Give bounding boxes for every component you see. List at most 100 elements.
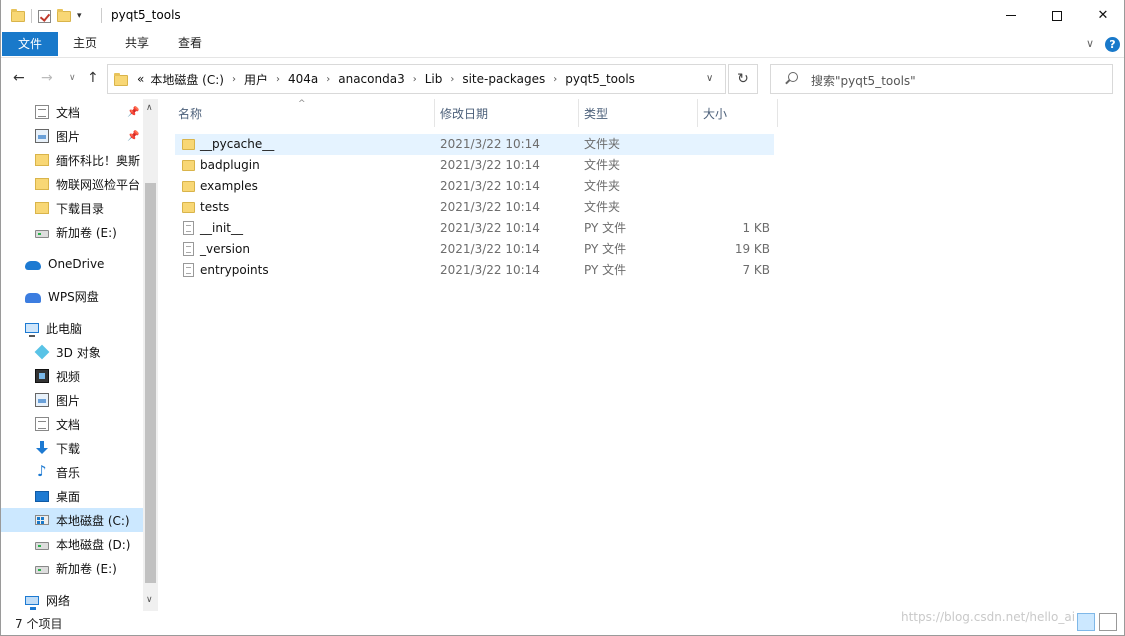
sidebar-item-network[interactable]: 网络: [1, 588, 143, 612]
sidebar-item-documents-pinned[interactable]: 文档 📌: [1, 100, 143, 124]
help-icon[interactable]: ?: [1105, 37, 1120, 52]
sidebar-item-drive-c[interactable]: 本地磁盘 (C:): [1, 508, 143, 532]
title-divider: [101, 8, 102, 23]
pin-icon[interactable]: 📌: [127, 131, 139, 142]
address-history-chevron-down-icon[interactable]: ∨: [706, 73, 713, 84]
up-button[interactable]: ↑: [87, 70, 99, 86]
tab-share[interactable]: 共享: [121, 31, 153, 56]
properties-icon[interactable]: [38, 9, 51, 23]
sidebar-item-onedrive[interactable]: OneDrive: [1, 252, 143, 276]
scroll-down-icon[interactable]: ∨: [146, 595, 153, 605]
column-header-size[interactable]: 大小: [697, 99, 777, 127]
breadcrumb-overflow[interactable]: «: [134, 72, 147, 86]
column-header-name[interactable]: 名称: [172, 99, 434, 127]
sidebar-item-drive-d[interactable]: 本地磁盘 (D:): [1, 532, 143, 556]
customize-dropdown-icon[interactable]: ▾: [77, 11, 82, 21]
column-header-type[interactable]: 类型: [578, 99, 697, 127]
view-switcher: [1077, 613, 1117, 631]
chevron-right-icon[interactable]: ›: [271, 74, 285, 85]
file-type: 文件夹: [584, 200, 621, 214]
quick-access-toolbar: ▾: [11, 7, 82, 25]
tab-file[interactable]: 文件: [2, 32, 58, 56]
chevron-right-icon[interactable]: ›: [227, 74, 241, 85]
file-row[interactable]: examples 2021/3/22 10:14 文件夹: [175, 176, 774, 197]
breadcrumb-item[interactable]: anaconda3: [335, 72, 407, 86]
expand-ribbon-chevron-icon[interactable]: ∨: [1086, 37, 1094, 50]
item-count: 7 个项目: [15, 617, 63, 631]
tab-view[interactable]: 查看: [174, 31, 206, 56]
sidebar-item-pictures[interactable]: 图片: [1, 388, 143, 412]
pin-icon[interactable]: 📌: [127, 107, 139, 118]
file-row[interactable]: __pycache__ 2021/3/22 10:14 文件夹: [175, 134, 774, 155]
large-icons-view-icon[interactable]: [1099, 613, 1117, 631]
sidebar-item-folder[interactable]: 下载目录: [1, 196, 143, 220]
sidebar-item-label: 新加卷 (E:): [56, 225, 117, 240]
file-type: PY 文件: [584, 263, 627, 277]
document-icon: [35, 105, 49, 119]
file-row[interactable]: entrypoints 2021/3/22 10:14 PY 文件 7 KB: [175, 260, 774, 281]
new-folder-icon[interactable]: [57, 8, 71, 22]
file-name: badplugin: [200, 158, 260, 172]
search-icon: [785, 72, 798, 84]
minimize-button[interactable]: [988, 0, 1034, 31]
breadcrumb-item[interactable]: 本地磁盘 (C:): [147, 71, 227, 88]
file-row[interactable]: badplugin 2021/3/22 10:14 文件夹: [175, 155, 774, 176]
details-view-icon[interactable]: [1077, 613, 1095, 631]
python-file-icon: [183, 263, 194, 277]
folder-icon: [114, 73, 128, 86]
sidebar-item-folder[interactable]: 物联网巡检平台: [1, 172, 143, 196]
column-header-date[interactable]: 修改日期: [434, 99, 578, 127]
sidebar-item-pictures-pinned[interactable]: 图片 📌: [1, 124, 143, 148]
file-row[interactable]: _version 2021/3/22 10:14 PY 文件 19 KB: [175, 239, 774, 260]
file-name: _version: [200, 242, 250, 256]
file-row[interactable]: tests 2021/3/22 10:14 文件夹: [175, 197, 774, 218]
chevron-right-icon[interactable]: ›: [548, 74, 562, 85]
sidebar-item-label: 文档: [56, 105, 81, 120]
drive-icon: [35, 566, 49, 574]
recent-locations-icon[interactable]: ∨: [69, 73, 76, 83]
sidebar-item-label: OneDrive: [48, 257, 105, 271]
sidebar-item-videos[interactable]: 视频: [1, 364, 143, 388]
sidebar-item-this-pc[interactable]: 此电脑: [1, 316, 143, 340]
scrollbar-thumb[interactable]: [145, 183, 156, 583]
chevron-right-icon[interactable]: ›: [445, 74, 459, 85]
file-type: PY 文件: [584, 221, 627, 235]
navigation-pane: 文档 📌 图片 📌 缅怀科比！奥斯 物联网巡检平台 下载目录 新加卷 (E:) On…: [1, 99, 158, 611]
sidebar-item-music[interactable]: 音乐: [1, 460, 143, 484]
chevron-right-icon[interactable]: ›: [408, 74, 422, 85]
sidebar-item-desktop[interactable]: 桌面: [1, 484, 143, 508]
close-button[interactable]: ✕: [1080, 0, 1124, 31]
sidebar-item-drive-e[interactable]: 新加卷 (E:): [1, 556, 143, 580]
sidebar-item-3d-objects[interactable]: 3D 对象: [1, 340, 143, 364]
refresh-button[interactable]: ↻: [728, 64, 758, 94]
sidebar-item-label: WPS网盘: [48, 289, 99, 304]
folder-icon: [182, 181, 195, 192]
sidebar-item-drive-e-quick[interactable]: 新加卷 (E:): [1, 220, 143, 244]
maximize-button[interactable]: [1034, 0, 1080, 31]
forward-button[interactable]: →: [41, 70, 53, 86]
onedrive-icon: [25, 261, 41, 270]
file-date: 2021/3/22 10:14: [440, 137, 540, 151]
scroll-up-icon[interactable]: ∧: [146, 103, 153, 113]
back-button[interactable]: ←: [13, 70, 25, 86]
breadcrumb-item[interactable]: 用户: [241, 71, 271, 88]
sidebar-item-documents[interactable]: 文档: [1, 412, 143, 436]
sidebar-item-wps-cloud[interactable]: WPS网盘: [1, 284, 143, 308]
tab-home[interactable]: 主页: [69, 31, 101, 56]
sidebar-scrollbar[interactable]: ∧ ∨: [143, 99, 158, 611]
breadcrumb-item[interactable]: site-packages: [459, 72, 548, 86]
search-input[interactable]: 搜索"pyqt5_tools": [770, 64, 1113, 94]
breadcrumb-item[interactable]: pyqt5_tools: [562, 72, 638, 86]
file-name: tests: [200, 200, 230, 214]
maximize-icon: [1052, 10, 1062, 21]
chevron-right-icon[interactable]: ›: [321, 74, 335, 85]
title-bar: ▾ pyqt5_tools ✕: [1, 0, 1124, 31]
breadcrumb-item[interactable]: 404a: [285, 72, 321, 86]
sidebar-item-folder[interactable]: 缅怀科比！奥斯: [1, 148, 143, 172]
sidebar-item-downloads[interactable]: 下载: [1, 436, 143, 460]
column-divider[interactable]: [777, 99, 778, 127]
folder-icon: [182, 139, 195, 150]
breadcrumb-item[interactable]: Lib: [422, 72, 446, 86]
address-bar[interactable]: « 本地磁盘 (C:) › 用户 › 404a › anaconda3 › Li…: [107, 64, 726, 94]
file-row[interactable]: __init__ 2021/3/22 10:14 PY 文件 1 KB: [175, 218, 774, 239]
